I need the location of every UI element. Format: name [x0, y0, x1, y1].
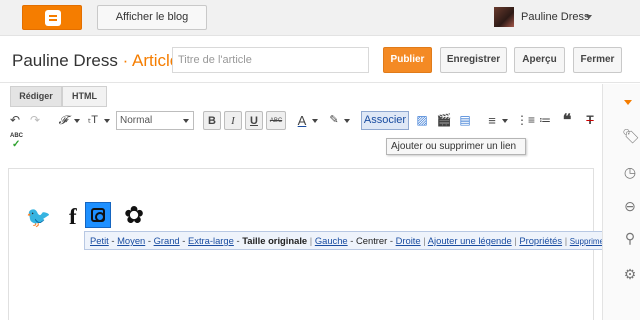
divider: |: [514, 235, 517, 246]
publish-button[interactable]: Publier: [383, 47, 432, 73]
chevron-down-icon[interactable]: [586, 15, 592, 19]
jump-break-icon[interactable]: ▤: [458, 111, 472, 130]
chevron-down-icon[interactable]: [104, 119, 110, 123]
current-size: Taille originale: [242, 235, 308, 246]
highlight-icon[interactable]: ✎: [327, 111, 341, 130]
location-icon[interactable]: ⚲: [622, 230, 638, 246]
align-right-link[interactable]: Droite: [396, 235, 421, 246]
image-options-bubble: Petit - Moyen - Grand - Extra-large - Ta…: [84, 231, 629, 250]
current-align: Centrer: [356, 235, 388, 246]
format-select-value: Normal: [120, 115, 153, 126]
preview-button[interactable]: Aperçu: [514, 47, 565, 73]
size-large-link[interactable]: Grand: [154, 235, 180, 246]
video-icon[interactable]: 🎬: [436, 111, 452, 130]
blog-name: Pauline Dress: [12, 51, 118, 70]
strikethrough-button[interactable]: ABC: [266, 111, 286, 130]
instagram-icon[interactable]: [85, 202, 111, 228]
link-button[interactable]: Associer: [361, 111, 409, 130]
link-icon[interactable]: ⊖: [622, 198, 638, 214]
tab-compose[interactable]: Rédiger: [10, 86, 62, 107]
clear-format-icon[interactable]: T: [583, 111, 597, 130]
check-icon: ✓: [12, 139, 21, 150]
page-title: Pauline Dress · Article: [12, 51, 179, 71]
bullet-list-icon[interactable]: ≔: [538, 111, 552, 130]
blogger-logo-button[interactable]: [22, 5, 82, 30]
size-xlarge-link[interactable]: Extra-large: [188, 235, 234, 246]
camera-icon: [91, 208, 105, 222]
font-family-icon[interactable]: 𝓕: [55, 111, 71, 130]
divider: |: [423, 235, 426, 246]
view-blog-button[interactable]: Afficher le blog: [97, 5, 207, 30]
image-icon[interactable]: ▨: [414, 111, 430, 130]
divider: |: [309, 235, 313, 246]
font-size-icon[interactable]: ₜT: [84, 111, 102, 130]
italic-button[interactable]: I: [224, 111, 242, 130]
chevron-down-icon: [183, 119, 189, 123]
post-title-input[interactable]: [172, 47, 369, 73]
size-medium-link[interactable]: Moyen: [117, 235, 145, 246]
divider: |: [564, 235, 568, 246]
undo-icon[interactable]: ↶: [8, 111, 22, 130]
facebook-icon[interactable]: f: [69, 204, 77, 230]
twitter-icon[interactable]: 🐦: [26, 205, 51, 230]
add-caption-link[interactable]: Ajouter une légende: [428, 235, 512, 246]
tag-icon[interactable]: 🏷: [622, 128, 640, 144]
chevron-down-icon[interactable]: [74, 119, 80, 123]
align-left-link[interactable]: Gauche: [315, 235, 348, 246]
gear-icon[interactable]: ⚙: [622, 266, 638, 282]
blogger-logo-icon: [45, 10, 61, 26]
bold-button[interactable]: B: [203, 111, 221, 130]
size-small-link[interactable]: Petit: [90, 235, 109, 246]
redo-icon[interactable]: ↷: [28, 111, 42, 130]
save-button[interactable]: Enregistrer: [440, 47, 507, 73]
align-icon[interactable]: ≡: [485, 111, 499, 130]
flower-icon[interactable]: ✿: [124, 201, 144, 230]
tab-html[interactable]: HTML: [62, 86, 107, 107]
title-separator: ·: [122, 51, 129, 70]
chevron-down-icon[interactable]: [312, 119, 318, 123]
clock-icon[interactable]: ◷: [622, 164, 638, 180]
chevron-down-icon[interactable]: [344, 119, 350, 123]
chevron-down-icon[interactable]: [502, 119, 508, 123]
avatar[interactable]: [494, 7, 514, 27]
user-name[interactable]: Pauline Dress: [521, 11, 589, 23]
close-button[interactable]: Fermer: [573, 47, 622, 73]
chevron-down-icon[interactable]: [624, 100, 632, 105]
text-color-icon[interactable]: A: [295, 111, 309, 130]
underline-button[interactable]: U: [245, 111, 263, 130]
numbered-list-icon[interactable]: ⋮≡: [516, 111, 535, 130]
quote-icon[interactable]: ❝: [560, 111, 574, 130]
format-select[interactable]: Normal: [116, 111, 194, 130]
link-tooltip: Ajouter ou supprimer un lien: [386, 138, 526, 155]
properties-link[interactable]: Propriétés: [519, 235, 562, 246]
spellcheck-icon[interactable]: ABC ✓: [10, 133, 23, 150]
